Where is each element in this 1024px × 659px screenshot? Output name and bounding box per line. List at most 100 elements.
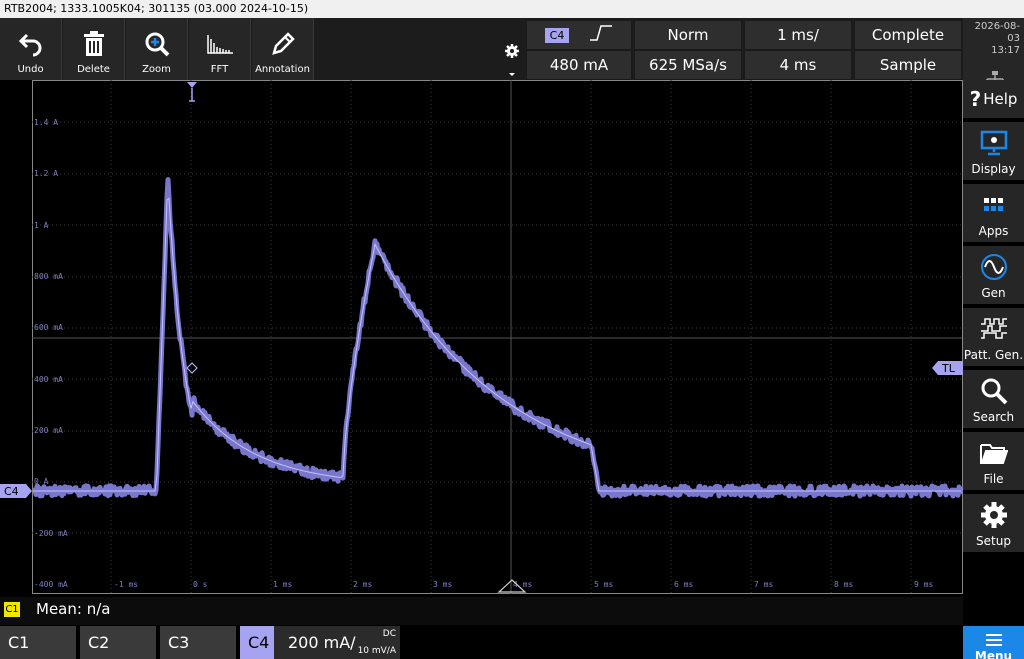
- sidebar-item-display[interactable]: Display: [963, 122, 1024, 182]
- status-channel-trigger-slope[interactable]: C4: [526, 20, 632, 50]
- display-icon: [979, 128, 1009, 158]
- sidebar-search-label: Search: [973, 410, 1014, 424]
- sidebar-item-file[interactable]: File: [963, 432, 1024, 492]
- sidebar-item-apps[interactable]: Apps: [963, 184, 1024, 244]
- hamburger-icon: [963, 631, 1024, 650]
- sidebar-item-gen[interactable]: Gen: [963, 246, 1024, 306]
- y-label: -200 mA: [34, 529, 68, 538]
- datetime-panel: 2026-08-03 13:17: [963, 18, 1024, 80]
- pattern-icon: [979, 314, 1009, 344]
- x-label: -1 ms: [114, 580, 138, 589]
- x-label: 4 ms: [513, 580, 532, 589]
- annotation-label: Annotation: [255, 64, 310, 75]
- channel-bar: C1 C2 C3 C4 200 mA/ DC 10 mV/A Menu: [0, 625, 1024, 659]
- time-text: 13:17: [963, 45, 1020, 57]
- channel-c1-button[interactable]: C1: [0, 626, 76, 659]
- channel-c3-button[interactable]: C3: [160, 626, 236, 659]
- y-label: 1.4 A: [34, 118, 58, 127]
- y-label: 600 mA: [34, 323, 63, 332]
- search-icon: [979, 376, 1009, 406]
- sidebar-display-label: Display: [971, 162, 1015, 176]
- x-label: 1 ms: [273, 580, 292, 589]
- fft-icon: [206, 30, 234, 58]
- sidebar-help-label: Help: [983, 90, 1017, 108]
- status-sample-rate[interactable]: 625 MSa/s: [634, 50, 742, 80]
- y-label: 1.2 A: [34, 169, 58, 178]
- channel-c3-label: C3: [168, 633, 189, 652]
- help-icon: ?: [970, 87, 982, 111]
- sidebar-item-setup[interactable]: Setup: [963, 494, 1024, 554]
- y-label: 200 mA: [34, 426, 63, 435]
- y-axis-labels: 1.4 A 1.2 A 1 A 800 mA 600 mA 400 mA 200…: [34, 118, 68, 589]
- menu-label: Menu: [963, 650, 1024, 659]
- status-timebase[interactable]: 1 ms/: [744, 20, 852, 50]
- rising-edge-icon: [589, 24, 613, 46]
- folder-icon: [979, 438, 1009, 468]
- waveform-graticule: 1.4 A 1.2 A 1 A 800 mA 600 mA 400 mA 200…: [0, 80, 963, 597]
- quick-settings-button[interactable]: [500, 20, 524, 80]
- fft-label: FFT: [211, 64, 228, 75]
- c4-scale: 200 mA/: [288, 633, 356, 652]
- sidebar: ? Help Display Apps Gen Patt. Gen. Searc…: [963, 80, 1024, 625]
- x-label: 5 ms: [594, 580, 613, 589]
- undo-label: Undo: [17, 64, 43, 75]
- annotation-button[interactable]: Annotation: [252, 18, 314, 80]
- y-label: 1 A: [34, 221, 49, 230]
- pencil-icon: [269, 30, 297, 58]
- apps-icon: [979, 190, 1009, 220]
- delete-button[interactable]: Delete: [63, 18, 125, 80]
- c4-offset-marker[interactable]: C4: [0, 484, 32, 498]
- waveform-trace-core: [33, 198, 961, 491]
- c4-probe-factor: 10 mV/A: [358, 646, 396, 656]
- y-label: -400 mA: [34, 580, 68, 589]
- status-channel-badge: C4: [545, 28, 570, 43]
- x-label: 6 ms: [674, 580, 693, 589]
- fft-button[interactable]: FFT: [189, 18, 251, 80]
- channel-c1-label: C1: [8, 633, 29, 652]
- sidebar-apps-label: Apps: [979, 224, 1009, 238]
- undo-button[interactable]: Undo: [0, 18, 62, 80]
- channel-c4-settings[interactable]: 200 mA/ DC 10 mV/A: [274, 626, 400, 659]
- measurement-text: Mean: n/a: [36, 600, 110, 618]
- x-label: 2 ms: [353, 580, 372, 589]
- sidebar-gen-label: Gen: [981, 286, 1005, 300]
- c4-offset-label: C4: [4, 485, 19, 498]
- x-label: 8 ms: [834, 580, 853, 589]
- sine-wave-icon: [979, 252, 1009, 282]
- measurement-bar[interactable]: C1 Mean: n/a: [0, 597, 963, 625]
- zoom-button[interactable]: Zoom: [126, 18, 188, 80]
- sidebar-setup-label: Setup: [976, 534, 1011, 548]
- x-label: 0 s: [193, 580, 208, 589]
- gear-icon: [979, 500, 1009, 530]
- y-label: 800 mA: [34, 272, 63, 281]
- sidebar-item-search[interactable]: Search: [963, 370, 1024, 430]
- undo-icon: [17, 30, 45, 58]
- c4-coupling: DC: [383, 629, 396, 639]
- trigger-position-marker[interactable]: [187, 82, 197, 101]
- y-label: 400 mA: [34, 375, 63, 384]
- status-trigger-mode[interactable]: Norm: [634, 20, 742, 50]
- trigger-level-marker[interactable]: TL: [932, 361, 963, 375]
- delete-label: Delete: [77, 64, 110, 75]
- status-acquisition-state[interactable]: Complete: [854, 20, 962, 50]
- trash-icon: [80, 30, 108, 58]
- status-acquisition-mode[interactable]: Sample: [854, 50, 962, 80]
- channel-c2-button[interactable]: C2: [80, 626, 156, 659]
- trigger-level-label: TL: [941, 362, 956, 375]
- measurement-badge: C1: [4, 602, 20, 617]
- grid-lines: [32, 80, 962, 594]
- channel-c4-button[interactable]: C4: [240, 626, 274, 659]
- menu-button[interactable]: Menu: [963, 626, 1024, 659]
- zoom-label: Zoom: [142, 64, 171, 75]
- sidebar-item-help[interactable]: ? Help: [963, 80, 1024, 120]
- date-text: 2026-08-03: [963, 21, 1020, 45]
- channel-c4-label: C4: [248, 633, 269, 652]
- channel-c2-label: C2: [88, 633, 109, 652]
- sidebar-item-pattern-gen[interactable]: Patt. Gen.: [963, 308, 1024, 368]
- x-label: 3 ms: [433, 580, 452, 589]
- sidebar-file-label: File: [983, 472, 1003, 486]
- status-trigger-level[interactable]: 480 mA: [526, 50, 632, 80]
- x-axis-labels: -1 ms 0 s 1 ms 2 ms 3 ms 4 ms 5 ms 6 ms …: [114, 580, 933, 589]
- status-record-length[interactable]: 4 ms: [744, 50, 852, 80]
- x-label: 7 ms: [754, 580, 773, 589]
